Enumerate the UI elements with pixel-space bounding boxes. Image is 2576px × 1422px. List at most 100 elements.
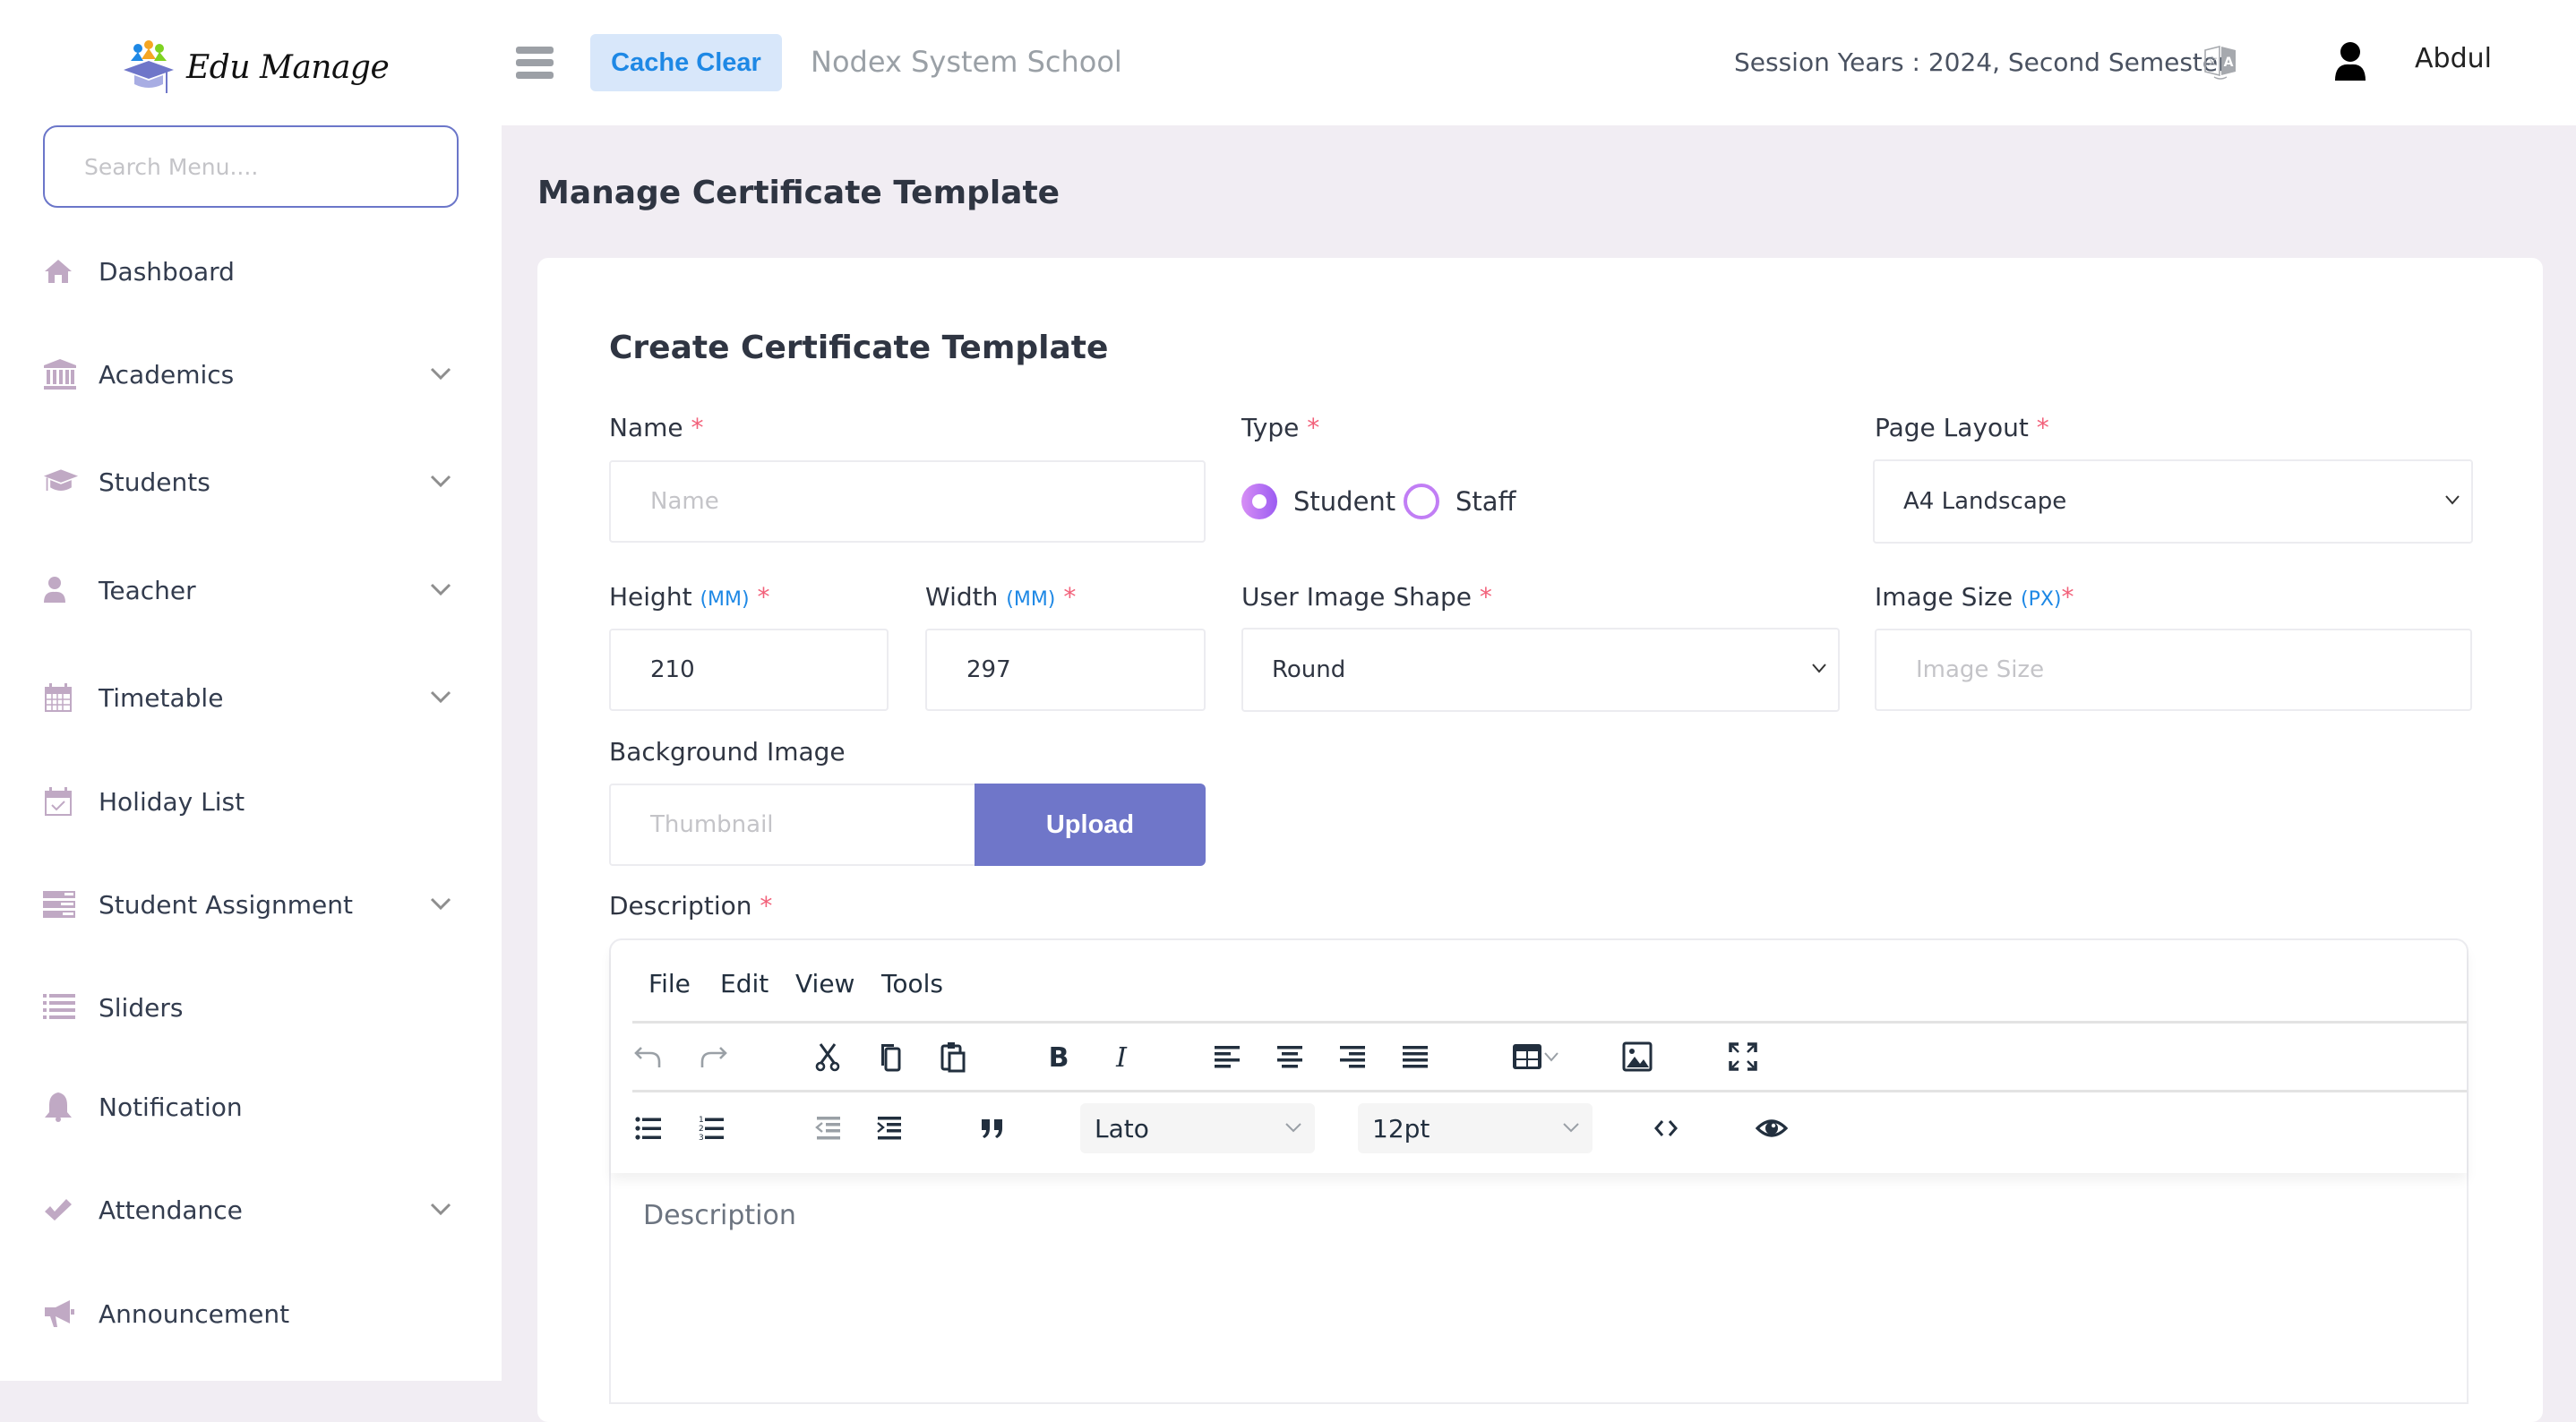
menu-search-input[interactable] bbox=[43, 125, 459, 208]
chevron-down-icon bbox=[430, 897, 451, 911]
sidebar-item-timetable[interactable]: Timetable bbox=[43, 666, 459, 729]
logo-text: Edu Manage bbox=[186, 48, 390, 86]
user-icon bbox=[43, 572, 79, 608]
width-input[interactable] bbox=[925, 629, 1206, 711]
copy-icon[interactable] bbox=[869, 1035, 912, 1078]
sidebar-item-students[interactable]: Students bbox=[43, 450, 459, 513]
type-label: Type * bbox=[1241, 413, 1320, 442]
svg-text:1: 1 bbox=[699, 1116, 704, 1125]
sidebar-item-notification[interactable]: Notification bbox=[43, 1075, 459, 1138]
menu-view[interactable]: View bbox=[795, 969, 854, 998]
toolbar-divider bbox=[632, 1090, 2467, 1092]
image-size-input[interactable] bbox=[1875, 629, 2472, 711]
blockquote-icon[interactable] bbox=[971, 1107, 1014, 1150]
insert-image-icon[interactable] bbox=[1616, 1035, 1659, 1078]
calendar-icon bbox=[43, 680, 79, 715]
sidebar-item-label: Students bbox=[99, 467, 210, 497]
sidebar-item-label: Academics bbox=[99, 359, 235, 390]
outdent-icon[interactable] bbox=[806, 1107, 849, 1150]
sidebar-item-attendance[interactable]: Attendance bbox=[43, 1178, 459, 1241]
sidebar-item-holiday-list[interactable]: Holiday List bbox=[43, 770, 459, 833]
align-justify-icon[interactable] bbox=[1394, 1035, 1437, 1078]
chevron-down-icon bbox=[1563, 1123, 1579, 1133]
svg-text:A: A bbox=[2224, 56, 2234, 70]
italic-icon[interactable]: I bbox=[1100, 1035, 1143, 1078]
svg-text:B: B bbox=[1049, 1042, 1069, 1073]
indent-icon[interactable] bbox=[867, 1107, 910, 1150]
cut-icon[interactable] bbox=[806, 1035, 849, 1078]
upload-button[interactable]: Upload bbox=[975, 784, 1206, 866]
table-icon[interactable] bbox=[1501, 1035, 1569, 1078]
source-code-icon[interactable] bbox=[1644, 1107, 1687, 1150]
toolbar-divider bbox=[632, 1021, 2467, 1024]
translate-icon[interactable]: A 文 bbox=[2203, 45, 2237, 81]
height-label: Height (MM) * bbox=[609, 582, 770, 612]
user-avatar-icon[interactable] bbox=[2334, 41, 2366, 82]
undo-icon[interactable] bbox=[627, 1035, 670, 1078]
numbered-list-icon[interactable]: 123 bbox=[690, 1107, 733, 1150]
radio-unchecked-icon bbox=[1404, 484, 1439, 519]
font-size-select[interactable]: 12pt bbox=[1358, 1103, 1593, 1153]
menu-tools[interactable]: Tools bbox=[881, 969, 943, 998]
user-image-shape-label: User Image Shape * bbox=[1241, 582, 1492, 612]
sidebar-item-sliders[interactable]: Sliders bbox=[43, 976, 459, 1039]
page-layout-label: Page Layout * bbox=[1875, 413, 2049, 442]
svg-text:3: 3 bbox=[699, 1134, 704, 1143]
menu-file[interactable]: File bbox=[648, 969, 691, 998]
user-image-shape-select[interactable]: Round bbox=[1241, 628, 1840, 712]
bullet-list-icon[interactable] bbox=[627, 1107, 670, 1150]
radio-checked-icon bbox=[1241, 484, 1277, 519]
cache-clear-button[interactable]: Cache Clear bbox=[590, 34, 782, 91]
svg-text:I: I bbox=[1115, 1042, 1128, 1073]
thumbnail-input[interactable] bbox=[609, 784, 976, 866]
sidebar-item-academics[interactable]: Academics bbox=[43, 343, 459, 406]
bell-icon bbox=[43, 1089, 79, 1125]
graduation-cap-icon bbox=[43, 464, 79, 500]
school-name: Nodex System School bbox=[811, 45, 1122, 79]
menu-toggle-icon[interactable] bbox=[516, 47, 554, 79]
logo-icon bbox=[124, 40, 174, 93]
sidebar-item-label: Timetable bbox=[99, 682, 224, 713]
sidebar-item-label: Student Assignment bbox=[99, 889, 353, 920]
sidebar-item-label: Notification bbox=[99, 1092, 243, 1122]
type-radio-student[interactable]: Student bbox=[1241, 484, 1395, 519]
chevron-down-icon bbox=[1544, 1052, 1558, 1062]
page-layout-select[interactable]: A4 Landscape bbox=[1873, 459, 2473, 544]
institution-icon bbox=[43, 356, 79, 392]
font-family-select[interactable]: Lato bbox=[1080, 1103, 1315, 1153]
name-label: Name * bbox=[609, 413, 704, 442]
sidebar-item-dashboard[interactable]: Dashboard bbox=[43, 240, 459, 303]
name-input[interactable] bbox=[609, 460, 1206, 543]
sidebar-item-label: Holiday List bbox=[99, 786, 245, 817]
paste-icon[interactable] bbox=[932, 1035, 975, 1078]
description-editor-area[interactable]: Description bbox=[643, 1200, 796, 1231]
type-radio-staff[interactable]: Staff bbox=[1404, 484, 1516, 519]
sidebar: Dashboard Academics Students Teacher Tim… bbox=[0, 125, 502, 1381]
page-title: Manage Certificate Template bbox=[537, 175, 1060, 211]
top-header: Edu Manage Cache Clear Nodex System Scho… bbox=[0, 0, 2576, 125]
check-icon bbox=[43, 1192, 79, 1228]
description-label: Description * bbox=[609, 891, 773, 921]
sidebar-item-teacher[interactable]: Teacher bbox=[43, 559, 459, 621]
sidebar-item-label: Teacher bbox=[99, 575, 196, 605]
preview-icon[interactable] bbox=[1750, 1107, 1793, 1150]
chevron-down-icon bbox=[1812, 664, 1826, 673]
fullscreen-icon[interactable] bbox=[1722, 1035, 1765, 1078]
list-icon bbox=[43, 989, 79, 1025]
username[interactable]: Abdul bbox=[2415, 43, 2492, 74]
sidebar-item-announcement[interactable]: Announcement bbox=[43, 1282, 459, 1345]
align-left-icon[interactable] bbox=[1206, 1035, 1249, 1078]
height-input[interactable] bbox=[609, 629, 889, 711]
calendar-check-icon bbox=[43, 784, 79, 819]
image-size-label: Image Size (PX)* bbox=[1875, 582, 2074, 612]
rich-text-editor: File Edit View Tools B I 1 2 3 Lato 12pt… bbox=[609, 938, 2469, 1404]
redo-icon[interactable] bbox=[691, 1035, 734, 1078]
menu-edit[interactable]: Edit bbox=[720, 969, 769, 998]
bold-icon[interactable]: B bbox=[1037, 1035, 1080, 1078]
chevron-down-icon bbox=[430, 1203, 451, 1216]
sidebar-item-student-assignment[interactable]: Student Assignment bbox=[43, 873, 459, 936]
align-right-icon[interactable] bbox=[1331, 1035, 1374, 1078]
align-center-icon[interactable] bbox=[1268, 1035, 1311, 1078]
home-icon bbox=[43, 253, 79, 289]
app-logo[interactable]: Edu Manage bbox=[120, 38, 390, 97]
